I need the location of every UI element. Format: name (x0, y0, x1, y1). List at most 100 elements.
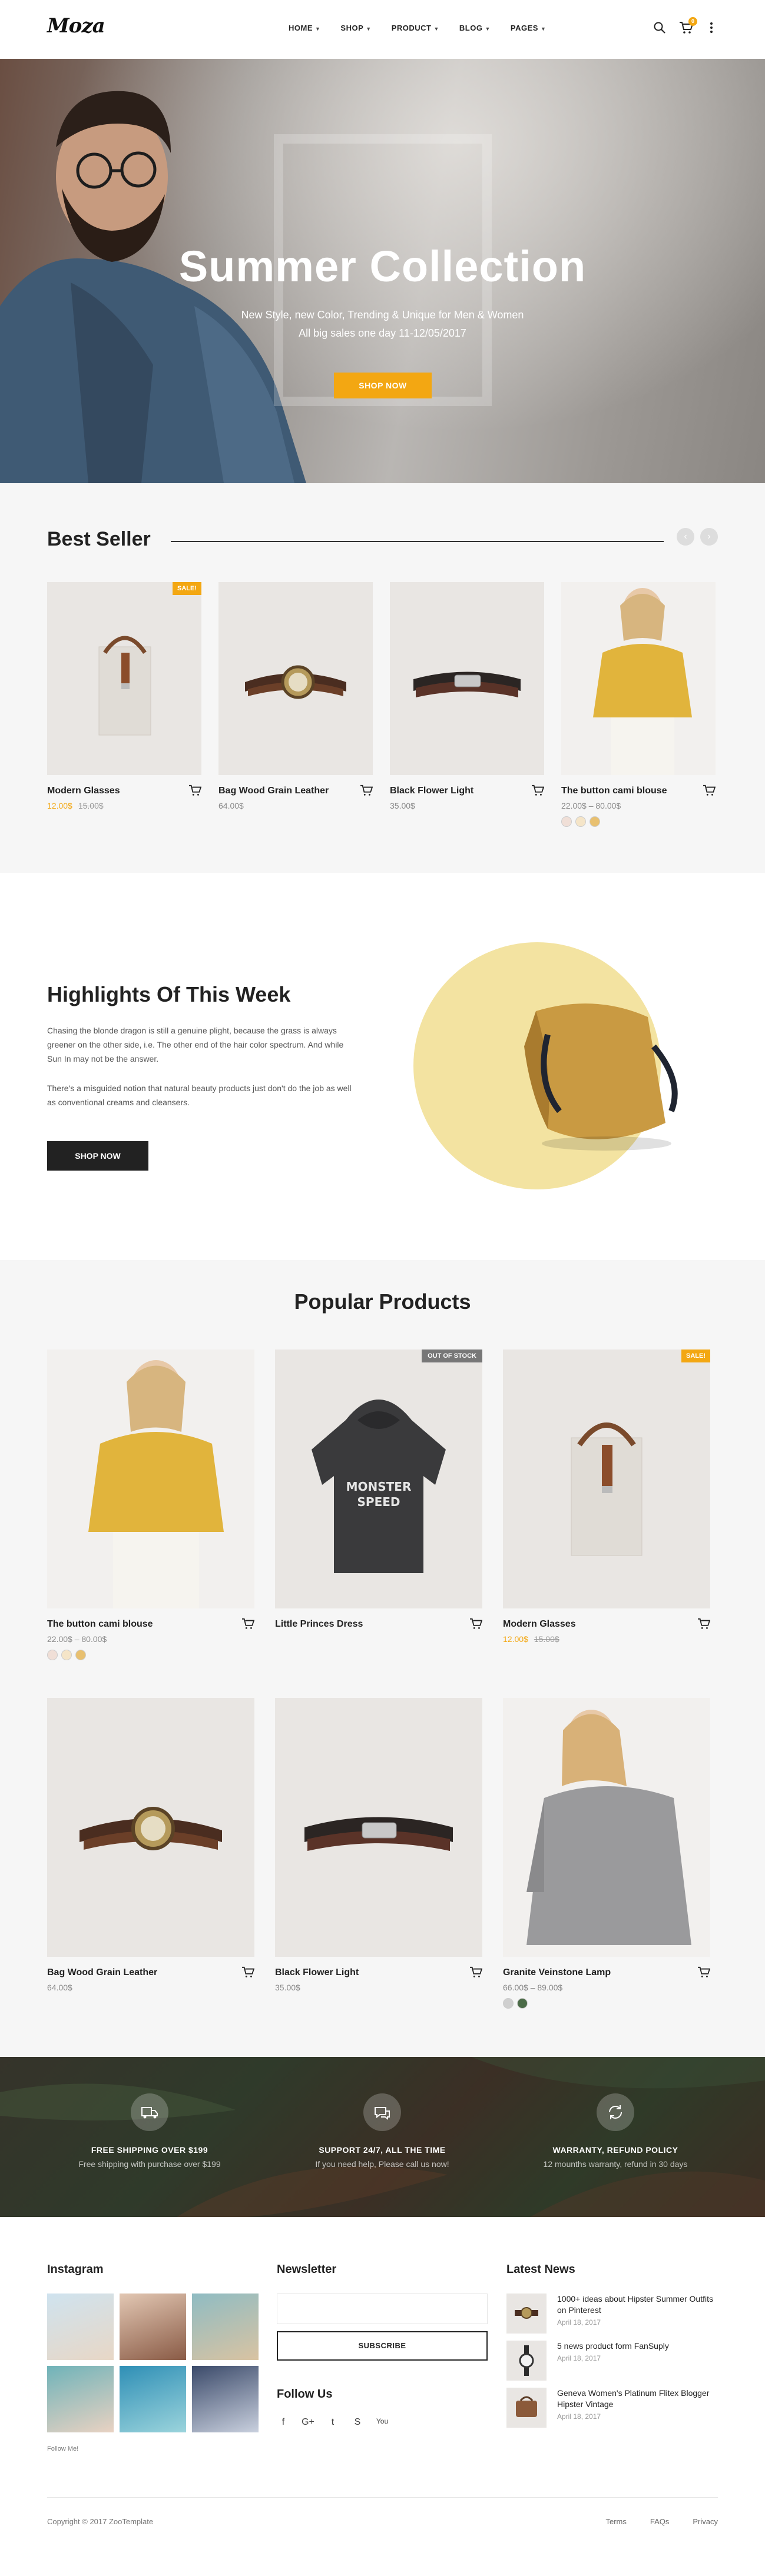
color-swatch[interactable] (75, 1650, 86, 1660)
news-thumbnail[interactable] (506, 2388, 547, 2428)
newsletter-email-input[interactable] (277, 2294, 488, 2324)
instagram-photo[interactable] (47, 2366, 114, 2432)
add-to-cart-icon[interactable] (697, 1618, 711, 1631)
instagram-photo[interactable] (47, 2294, 114, 2360)
nav-shop[interactable]: SHOP ▼ (340, 24, 371, 32)
footer-link-privacy[interactable]: Privacy (693, 2517, 718, 2526)
product-name[interactable]: Black Flower Light (275, 1967, 482, 1978)
news-title[interactable]: 1000+ ideas about Hipster Summer Outfits… (557, 2294, 718, 2316)
hero-shop-now-button[interactable]: SHOP NOW (334, 373, 432, 398)
product-name[interactable]: Little Princes Dress (275, 1619, 482, 1630)
add-to-cart-icon[interactable] (360, 785, 373, 797)
nav-blog[interactable]: BLOG ▼ (459, 24, 491, 32)
section-title: Best Seller (47, 528, 151, 550)
color-swatch[interactable] (61, 1650, 72, 1660)
add-to-cart-icon[interactable] (703, 785, 716, 797)
product-price: 35.00$ (390, 801, 415, 810)
feature-title: WARRANTY, REFUND POLICY (552, 2145, 678, 2155)
chevron-left-icon[interactable]: ‹ (677, 528, 694, 546)
nav-home[interactable]: HOME ▼ (289, 24, 320, 32)
highlights-shop-now-button[interactable]: SHOP NOW (47, 1141, 148, 1171)
follow-me-link[interactable]: Follow Me! (47, 2445, 78, 2452)
product-name[interactable]: Black Flower Light (390, 786, 544, 796)
more-menu-icon[interactable] (705, 21, 718, 34)
footer-link-faqs[interactable]: FAQs (650, 2517, 670, 2526)
newsletter-heading: Newsletter (277, 2263, 337, 2276)
product-image[interactable] (47, 1698, 254, 1957)
skype-icon[interactable]: S (351, 2417, 364, 2430)
product-name[interactable]: Granite Veinstone Lamp (503, 1967, 710, 1978)
logo[interactable]: Moza (47, 14, 105, 38)
nav-product[interactable]: PRODUCT ▼ (392, 24, 439, 32)
color-swatch[interactable] (590, 816, 600, 827)
facebook-icon[interactable]: f (277, 2417, 290, 2430)
product-name[interactable]: The button cami blouse (47, 1619, 254, 1630)
product-price: 66.00$ – 89.00$ (503, 1983, 563, 1992)
feature-subtitle: Free shipping with purchase over $199 (78, 2159, 221, 2169)
refresh-icon (597, 2093, 634, 2131)
news-title[interactable]: Geneva Women's Platinum Flitex Blogger H… (557, 2388, 718, 2410)
add-to-cart-icon[interactable] (188, 785, 202, 797)
product-card: Black Flower Light 35.00$ (390, 582, 545, 827)
site-header: Moza HOME ▼ SHOP ▼ PRODUCT ▼ BLOG ▼ PAGES ▼ 0 (0, 0, 765, 59)
site-footer: Instagram Follow Me! Newsletter SUBSCRIB… (0, 2217, 765, 2550)
highlights-bag-image (524, 1003, 678, 1151)
product-card: Granite Veinstone Lamp 66.00$ – 89.00$ (503, 1698, 711, 2009)
color-swatch[interactable] (47, 1650, 58, 1660)
add-to-cart-icon[interactable] (469, 1966, 483, 1979)
product-image[interactable] (47, 1350, 254, 1608)
footer-link-terms[interactable]: Terms (605, 2517, 626, 2526)
cart-icon[interactable]: 0 (679, 17, 697, 34)
product-card: The button cami blouse 22.00$ – 80.00$ (47, 1350, 255, 1660)
add-to-cart-icon[interactable] (469, 1618, 483, 1631)
product-image[interactable] (218, 582, 373, 775)
product-name[interactable]: Modern Glasses (503, 1619, 710, 1630)
instagram-photo[interactable] (120, 2294, 186, 2360)
news-date: April 18, 2017 (557, 2318, 601, 2326)
nav-pages[interactable]: PAGES ▼ (511, 24, 546, 32)
add-to-cart-icon[interactable] (531, 785, 545, 797)
product-image[interactable] (561, 582, 716, 775)
google-plus-icon[interactable]: G+ (302, 2417, 314, 2430)
add-to-cart-icon[interactable] (241, 1966, 255, 1979)
highlights-paragraph-1: Chasing the blonde dragon is still a gen… (47, 1026, 344, 1063)
color-swatch[interactable] (517, 1998, 528, 2009)
news-thumbnail[interactable] (506, 2341, 547, 2381)
add-to-cart-icon[interactable] (241, 1618, 255, 1631)
hero-subtitle: New Style, new Color, Trending & Unique … (241, 309, 524, 321)
product-card: SALE! Modern Glasses 12.00$ 15.00$ (503, 1350, 711, 1660)
product-name[interactable]: Bag Wood Grain Leather (218, 786, 373, 796)
product-name[interactable]: Bag Wood Grain Leather (47, 1967, 254, 1978)
header-actions: 0 (653, 17, 718, 34)
product-image[interactable]: SALE! (47, 582, 201, 775)
color-swatch[interactable] (575, 816, 586, 827)
add-to-cart-icon[interactable] (697, 1966, 711, 1979)
hoodie-print-line-1: MONSTER (346, 1480, 412, 1494)
chevron-right-icon[interactable]: › (700, 528, 718, 546)
product-image[interactable] (503, 1698, 710, 1957)
product-image[interactable] (390, 582, 544, 775)
product-name[interactable]: The button cami blouse (561, 786, 716, 796)
truck-icon (131, 2093, 168, 2131)
product-image[interactable] (275, 1698, 482, 1957)
news-title[interactable]: 5 news product form FanSuply (557, 2341, 669, 2352)
nav-blog-label: BLOG (459, 24, 483, 32)
product-card: Bag Wood Grain Leather 64.00$ (47, 1698, 255, 2009)
instagram-photo[interactable] (120, 2366, 186, 2432)
search-icon[interactable] (653, 21, 666, 34)
instagram-photo[interactable] (192, 2294, 259, 2360)
instagram-photo[interactable] (192, 2366, 259, 2432)
product-name[interactable]: Modern Glasses (47, 786, 201, 796)
color-swatch[interactable] (561, 816, 572, 827)
out-of-stock-badge: OUT OF STOCK (422, 1350, 482, 1362)
subscribe-button[interactable]: SUBSCRIBE (277, 2331, 488, 2361)
popular-products-section: Popular Products The button cami blouse … (0, 1260, 765, 2057)
news-thumbnail[interactable] (506, 2294, 547, 2334)
best-seller-section: Best Seller ‹ › SALE! Modern Glasses 12.… (0, 483, 765, 873)
product-image[interactable]: MONSTER SPEED OUT OF STOCK (275, 1350, 482, 1608)
color-swatch[interactable] (503, 1998, 514, 2009)
product-image[interactable]: SALE! (503, 1350, 710, 1608)
twitter-icon[interactable]: t (326, 2417, 339, 2430)
title-divider (171, 541, 664, 542)
youtube-icon[interactable]: You (376, 2417, 389, 2430)
